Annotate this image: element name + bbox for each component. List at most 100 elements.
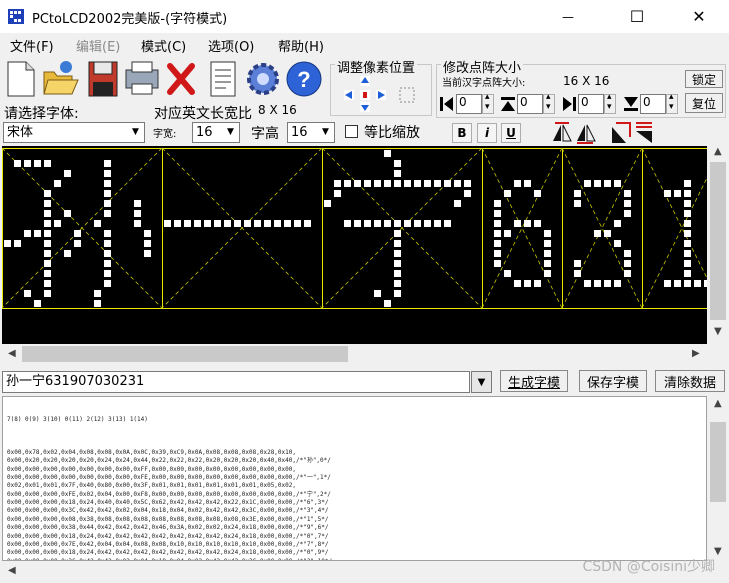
output-vscroll-thumb[interactable] <box>710 422 726 502</box>
text-input[interactable]: 孙一宁631907030231 <box>2 371 470 393</box>
print-button[interactable] <box>122 58 159 98</box>
menu-help[interactable]: 帮助(H) <box>278 36 324 55</box>
menu-mode[interactable]: 模式(C) <box>141 36 186 55</box>
scroll-right-icon[interactable]: ▶ <box>692 348 700 359</box>
matrix-pixel <box>24 230 31 237</box>
matrix-pixel <box>684 260 691 267</box>
italic-button[interactable]: i <box>477 123 497 143</box>
trim-left-icon[interactable] <box>438 94 456 114</box>
scroll-down-icon[interactable]: ▼ <box>714 326 722 337</box>
rotate-icon <box>612 122 631 143</box>
maximize-button[interactable]: ☐ <box>614 0 660 33</box>
clear-data-button[interactable]: 清除数据 <box>655 370 725 392</box>
generate-button[interactable]: 生成字模 <box>500 370 568 392</box>
matrix-pixel <box>494 200 501 207</box>
matrix-pixel <box>424 220 431 227</box>
canvas-hscroll-thumb[interactable] <box>22 346 348 362</box>
scroll-left-icon[interactable]: ◀ <box>8 565 16 576</box>
open-button[interactable] <box>42 58 79 98</box>
help-button[interactable]: ? <box>284 58 322 98</box>
delete-icon <box>167 63 195 95</box>
matrix-pixel <box>224 220 231 227</box>
save-font-button[interactable]: 保存字模 <box>579 370 647 392</box>
scroll-left-icon[interactable]: ◀ <box>8 348 16 359</box>
font-select[interactable]: 宋体 ▼ <box>3 122 145 143</box>
matrix-pixel <box>604 180 611 187</box>
matrix-pixel <box>684 250 691 257</box>
close-button[interactable]: ✕ <box>676 0 722 33</box>
chevron-down-icon: ▼ <box>477 376 486 388</box>
matrix-pixel <box>684 180 691 187</box>
maximize-icon: ☐ <box>629 7 645 26</box>
matrix-pixel <box>44 250 51 257</box>
matrix-pixel <box>324 200 331 207</box>
flip-buttons[interactable] <box>551 121 597 145</box>
matrix-pixel <box>394 260 401 267</box>
matrix-pixel <box>494 240 501 247</box>
spinner-right-arrows[interactable] <box>604 92 616 114</box>
output-vertical-scrollbar[interactable]: ▲ ▼ <box>708 396 728 561</box>
canvas-horizontal-scrollbar[interactable]: ◀ ▶ <box>2 344 707 364</box>
matrix-pixel <box>394 180 401 187</box>
spinner-right[interactable]: 0 <box>578 94 604 114</box>
trim-top-icon[interactable] <box>499 94 517 114</box>
menu-bar: 文件(F) 编辑(E) 模式(C) 选项(O) 帮助(H) <box>0 33 729 55</box>
matrix-pixel <box>394 170 401 177</box>
output-line: 0x00,0x00,0x00,0x38,0x44,0x42,0x42,0x42,… <box>7 524 329 532</box>
matrix-pixel <box>504 190 511 197</box>
dot-matrix-canvas[interactable] <box>2 146 707 344</box>
underline-button[interactable]: U <box>501 123 521 143</box>
delete-button[interactable] <box>164 58 198 98</box>
rotate-buttons[interactable] <box>610 121 656 145</box>
current-size-label: 当前汉字点阵大小: <box>442 78 526 89</box>
matrix-pixel <box>104 230 111 237</box>
settings-button[interactable] <box>244 58 279 98</box>
arrow-up-icon <box>360 76 370 86</box>
lock-button[interactable]: 锁定 <box>685 70 723 88</box>
scroll-up-icon[interactable]: ▲ <box>714 398 722 409</box>
matrix-pixel <box>104 270 111 277</box>
flip-vertical-icon <box>577 124 596 144</box>
matrix-pixel <box>414 180 421 187</box>
save-button[interactable] <box>86 58 120 98</box>
arrow-right-icon <box>376 90 386 100</box>
bold-button[interactable]: B <box>452 123 472 143</box>
height-select[interactable]: 16 ▼ <box>287 122 335 143</box>
matrix-pixel <box>434 180 441 187</box>
canvas-vscroll-thumb[interactable] <box>710 162 726 320</box>
scroll-down-icon[interactable]: ▼ <box>714 546 722 557</box>
text-input-value: 孙一宁631907030231 <box>6 374 145 389</box>
notepad-button[interactable] <box>206 58 240 98</box>
spinner-bottom[interactable]: 0 <box>640 94 666 114</box>
matrix-pixel <box>104 240 111 247</box>
text-history-dropdown[interactable]: ▼ <box>471 371 492 393</box>
close-icon: ✕ <box>692 7 706 26</box>
menu-edit[interactable]: 编辑(E) <box>76 36 120 55</box>
output-text-area[interactable]: 7(8) 0(9) 3(10) 0(11) 2(12) 3(13) 1(14) … <box>2 396 707 561</box>
spinner-top-arrows[interactable] <box>543 92 555 114</box>
trim-right-icon[interactable] <box>560 94 578 114</box>
matrix-pixel <box>664 190 671 197</box>
scroll-up-icon[interactable]: ▲ <box>714 146 722 157</box>
new-file-button[interactable] <box>4 58 38 98</box>
matrix-pixel <box>594 230 601 237</box>
pixel-adjust-arrows[interactable] <box>340 76 426 112</box>
matrix-pixel <box>144 250 151 257</box>
output-line: 0x00,0x00,0x00,0xFE,0x02,0x04,0x00,0xF8,… <box>7 490 331 498</box>
notepad-icon <box>210 61 236 97</box>
matrix-pixel <box>284 220 291 227</box>
trim-bottom-icon[interactable] <box>622 94 640 114</box>
spinner-left[interactable]: 0 <box>456 94 482 114</box>
canvas-vertical-scrollbar[interactable]: ▲ ▼ <box>708 146 728 344</box>
spinner-left-arrows[interactable] <box>482 92 494 114</box>
spinner-bottom-arrows[interactable] <box>666 92 678 114</box>
spinner-top[interactable]: 0 <box>517 94 543 114</box>
minimize-button[interactable]: — <box>545 0 591 33</box>
restore-button[interactable]: 复位 <box>685 93 723 113</box>
scale-checkbox[interactable] <box>345 125 358 138</box>
output-line: 0x00,0x00,0x00,0x18,0x24,0x40,0x40,0x5C,… <box>7 499 329 507</box>
matrix-pixel <box>694 280 701 287</box>
menu-file[interactable]: 文件(F) <box>10 36 54 55</box>
width-select[interactable]: 16 ▼ <box>192 122 240 143</box>
menu-options[interactable]: 选项(O) <box>208 36 254 55</box>
